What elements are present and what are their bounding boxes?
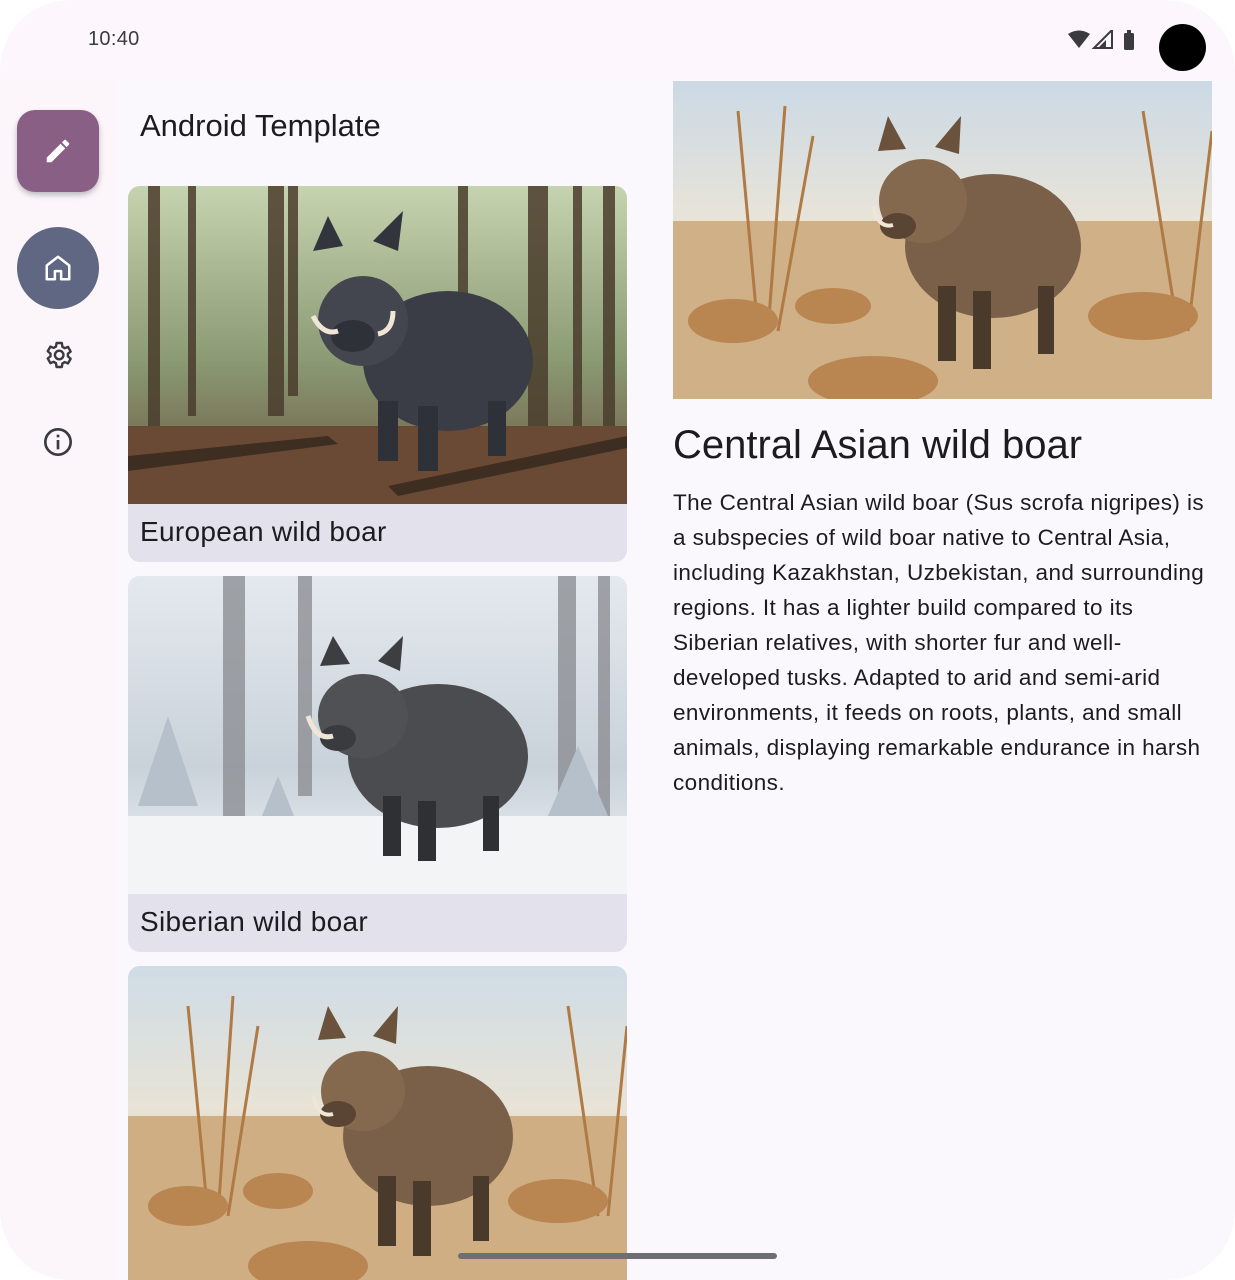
boar-steppe-image [128, 966, 627, 1280]
nav-item-info[interactable] [40, 424, 76, 460]
boar-forest-image [128, 186, 627, 504]
cell-signal-icon [1091, 30, 1113, 49]
nav-item-home[interactable] [17, 227, 99, 309]
boar-snowy-forest-image [128, 576, 627, 894]
status-icons [1068, 30, 1148, 52]
front-camera [1159, 24, 1206, 71]
battery-icon [1124, 30, 1134, 50]
list-item-european-wild-boar[interactable]: European wild boar [128, 186, 627, 562]
status-bar: 10:40 [0, 0, 1235, 80]
wifi-icon [1068, 30, 1090, 48]
navigation-rail [0, 80, 116, 1280]
detail-description: The Central Asian wild boar (Sus scrofa … [673, 490, 1205, 795]
gesture-home-indicator[interactable] [458, 1253, 777, 1259]
status-time: 10:40 [88, 28, 140, 50]
app-content: Android Template European wild boar Sibe… [0, 80, 1235, 1280]
info-icon [44, 428, 72, 456]
app-title: Android Template [140, 108, 381, 143]
list-item-central-asian-wild-boar[interactable] [128, 966, 627, 1280]
nav-item-settings[interactable] [40, 337, 76, 373]
detail-boar-steppe-image [673, 81, 1212, 399]
list-item-siberian-wild-boar[interactable]: Siberian wild boar [128, 576, 627, 952]
device-screen: 10:40 Android Template European wild boa… [0, 0, 1235, 1280]
detail-title: Central Asian wild boar [673, 423, 1083, 467]
home-icon [45, 255, 71, 281]
list-item-label: European wild boar [140, 516, 387, 547]
list-pane: Android Template European wild boar Sibe… [116, 80, 644, 1280]
edit-fab-button[interactable] [17, 110, 99, 192]
edit-icon [46, 139, 70, 163]
settings-gear-icon [46, 341, 72, 369]
list-item-label: Siberian wild boar [140, 906, 368, 937]
